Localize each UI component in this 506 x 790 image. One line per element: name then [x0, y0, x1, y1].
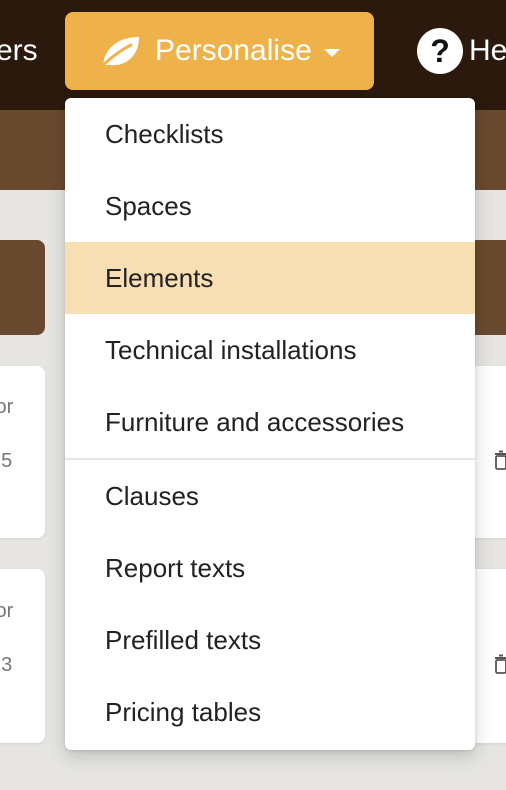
menu-item-clauses[interactable]: Clauses	[65, 460, 475, 532]
menu-item-prefilled-texts[interactable]: Prefilled texts	[65, 604, 475, 676]
help-label: He	[469, 34, 506, 67]
caret-down-icon	[323, 49, 340, 57]
menu-item-report-texts[interactable]: Report texts	[65, 532, 475, 604]
help-nav-item[interactable]: ? He	[417, 28, 506, 74]
card-meta-label: tor	[0, 396, 14, 418]
card-meta-value: 23	[0, 654, 13, 676]
card-meta-value: 25	[0, 450, 13, 472]
personalise-menu-button[interactable]: Personalise	[65, 12, 374, 90]
menu-item-checklists[interactable]: Checklists	[65, 98, 475, 170]
menu-item-spaces[interactable]: Spaces	[65, 170, 475, 242]
trash-icon[interactable]	[494, 450, 506, 470]
trash-icon[interactable]	[494, 654, 506, 674]
question-circle-icon: ?	[417, 28, 463, 74]
menu-item-furniture-and-accessories[interactable]: Furniture and accessories	[65, 386, 475, 458]
personalise-dropdown-menu: Checklists Spaces Elements Technical ins…	[65, 98, 475, 750]
header-card-left	[0, 240, 45, 335]
personalise-label: Personalise	[155, 34, 312, 67]
card-meta-label: tor	[0, 600, 14, 622]
menu-item-technical-installations[interactable]: Technical installations	[65, 314, 475, 386]
menu-item-pricing-tables[interactable]: Pricing tables	[65, 676, 475, 748]
top-navbar: ers Personalise ? He	[0, 0, 506, 110]
list-card[interactable]: tor 23	[0, 569, 45, 743]
menu-item-elements[interactable]: Elements	[65, 242, 475, 314]
leaf-icon	[95, 31, 145, 71]
nav-item-partial[interactable]: ers	[0, 33, 38, 69]
list-card[interactable]: tor 25	[0, 366, 45, 538]
